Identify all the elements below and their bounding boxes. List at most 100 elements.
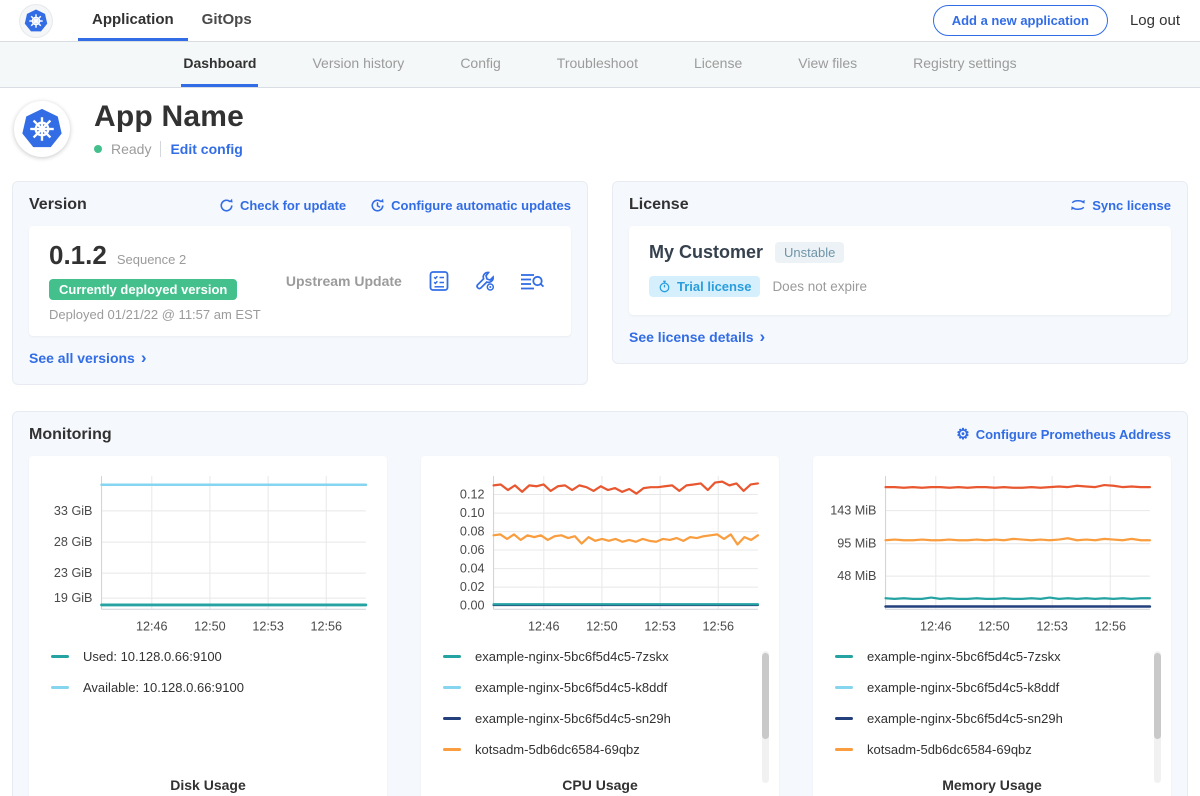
chart-title: Memory Usage — [823, 777, 1161, 793]
svg-text:28 GiB: 28 GiB — [54, 535, 93, 549]
svg-text:12:46: 12:46 — [528, 619, 560, 633]
license-card: License Sync license My Customer Unstabl… — [612, 181, 1188, 364]
svg-text:12:53: 12:53 — [252, 619, 284, 633]
legend-label: kotsadm-5db6dc6584-69qbz — [475, 742, 640, 757]
subnav-tab-config[interactable]: Config — [458, 42, 502, 87]
brand-logo[interactable] — [20, 0, 52, 41]
legend-swatch — [835, 686, 853, 689]
subnav-tab-registry-settings[interactable]: Registry settings — [911, 42, 1018, 87]
app-kubernetes-icon — [14, 101, 70, 157]
svg-text:143 MiB: 143 MiB — [830, 503, 876, 517]
legend-label: Available: 10.128.0.66:9100 — [83, 680, 244, 695]
svg-text:12:46: 12:46 — [136, 619, 168, 633]
legend-item: example-nginx-5bc6f5d4c5-7zskx — [443, 649, 769, 664]
svg-text:95 MiB: 95 MiB — [837, 536, 876, 550]
svg-text:19 GiB: 19 GiB — [54, 591, 93, 605]
legend-item: example-nginx-5bc6f5d4c5-k8ddf — [835, 680, 1161, 695]
chevron-right-icon: › — [141, 349, 147, 366]
line-chart: 12:4612:5012:5312:5633 GiB28 GiB23 GiB19… — [39, 466, 377, 636]
line-chart: 12:4612:5012:5312:560.120.100.080.060.04… — [431, 466, 769, 636]
deployed-timestamp: Deployed 01/21/22 @ 11:57 am EST — [49, 307, 261, 322]
svg-text:12:53: 12:53 — [644, 619, 676, 633]
configure-automatic-updates-link[interactable]: Configure automatic updates — [370, 198, 571, 213]
add-application-button[interactable]: Add a new application — [933, 5, 1108, 36]
release-notes-icon[interactable] — [427, 269, 451, 293]
app-header: App Name Ready Edit config — [0, 88, 1200, 173]
stopwatch-icon — [658, 280, 671, 293]
legend-scrollbar[interactable] — [762, 653, 769, 739]
page-title: App Name — [94, 100, 244, 134]
svg-text:12:56: 12:56 — [310, 619, 342, 633]
svg-text:12:50: 12:50 — [194, 619, 226, 633]
kubernetes-logo-icon — [20, 5, 52, 37]
svg-text:12:50: 12:50 — [586, 619, 618, 633]
edit-config-link[interactable]: Edit config — [170, 141, 242, 157]
license-expiry: Does not expire — [772, 279, 867, 294]
svg-text:0.00: 0.00 — [460, 598, 485, 612]
svg-text:23 GiB: 23 GiB — [54, 566, 93, 580]
legend-item: Available: 10.128.0.66:9100 — [51, 680, 377, 695]
legend-swatch — [835, 717, 853, 720]
svg-text:12:50: 12:50 — [978, 619, 1010, 633]
legend-swatch — [835, 748, 853, 751]
configure-prometheus-link[interactable]: ⚙ Configure Prometheus Address — [956, 427, 1171, 442]
legend-label: kotsadm-5db6dc6584-69qbz — [867, 742, 1032, 757]
check-for-update-link[interactable]: Check for update — [219, 198, 346, 213]
deploy-logs-icon[interactable] — [519, 269, 545, 293]
charts-grid: 12:4612:5012:5312:5633 GiB28 GiB23 GiB19… — [29, 456, 1171, 796]
version-sequence: Sequence 2 — [117, 252, 186, 267]
sync-license-link[interactable]: Sync license — [1070, 198, 1171, 213]
topnav-spacer — [266, 0, 933, 41]
topnav-tab-gitops[interactable]: GitOps — [188, 0, 266, 41]
chart-card-disk-usage: 12:4612:5012:5312:5633 GiB28 GiB23 GiB19… — [29, 456, 387, 796]
divider — [160, 141, 161, 157]
subnav-tab-dashboard[interactable]: Dashboard — [181, 42, 258, 87]
refresh-icon — [219, 198, 234, 213]
legend-scrollbar[interactable] — [1154, 653, 1161, 739]
chart-title: CPU Usage — [431, 777, 769, 793]
svg-text:12:46: 12:46 — [920, 619, 952, 633]
svg-text:0.04: 0.04 — [460, 561, 485, 575]
subnav-tab-version-history[interactable]: Version history — [310, 42, 406, 87]
legend-label: example-nginx-5bc6f5d4c5-7zskx — [475, 649, 669, 664]
legend-swatch — [51, 686, 69, 689]
legend-swatch — [443, 717, 461, 720]
version-source-label: Upstream Update — [286, 273, 402, 289]
svg-text:12:56: 12:56 — [702, 619, 734, 633]
legend-item: example-nginx-5bc6f5d4c5-k8ddf — [443, 680, 769, 695]
svg-text:12:56: 12:56 — [1094, 619, 1126, 633]
legend-item: kotsadm-5db6dc6584-69qbz — [443, 742, 769, 757]
legend-swatch — [443, 655, 461, 658]
chart-legend: example-nginx-5bc6f5d4c5-7zskx example-n… — [431, 649, 769, 773]
customer-name: My Customer — [649, 242, 763, 263]
logout-button[interactable]: Log out — [1130, 12, 1180, 29]
status-ready-dot — [94, 145, 102, 153]
see-all-versions-link[interactable]: See all versions › — [29, 349, 147, 366]
legend-item: Used: 10.128.0.66:9100 — [51, 649, 377, 664]
see-license-details-link[interactable]: See license details › — [629, 328, 765, 345]
topnav-tab-application[interactable]: Application — [78, 0, 188, 41]
currently-deployed-badge: Currently deployed version — [49, 279, 237, 300]
legend-label: example-nginx-5bc6f5d4c5-7zskx — [867, 649, 1061, 664]
legend-swatch — [51, 655, 69, 658]
svg-text:0.08: 0.08 — [460, 524, 485, 538]
config-wrench-icon[interactable] — [473, 269, 497, 293]
chevron-right-icon: › — [760, 328, 766, 345]
sync-arrows-icon — [1070, 198, 1086, 212]
license-card-title: License — [629, 196, 689, 214]
top-nav: Application GitOps Add a new application… — [0, 0, 1200, 42]
svg-text:0.06: 0.06 — [460, 543, 485, 557]
chart-title: Disk Usage — [39, 777, 377, 793]
legend-item: example-nginx-5bc6f5d4c5-7zskx — [835, 649, 1161, 664]
subnav-tab-license[interactable]: License — [692, 42, 744, 87]
version-card-title: Version — [29, 196, 87, 214]
chart-legend: example-nginx-5bc6f5d4c5-7zskx example-n… — [823, 649, 1161, 773]
monitoring-title: Monitoring — [29, 426, 112, 444]
legend-swatch — [443, 686, 461, 689]
svg-text:0.10: 0.10 — [460, 506, 485, 520]
subnav-tab-troubleshoot[interactable]: Troubleshoot — [555, 42, 640, 87]
legend-item: kotsadm-5db6dc6584-69qbz — [835, 742, 1161, 757]
status-text: Ready — [111, 141, 151, 157]
legend-swatch — [835, 655, 853, 658]
subnav-tab-view-files[interactable]: View files — [796, 42, 859, 87]
